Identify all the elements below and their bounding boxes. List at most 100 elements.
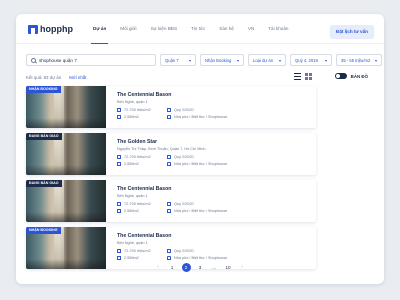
price-value: 72-700 triệu/m2	[124, 108, 151, 112]
book-consultation-button[interactable]: Đặt lịch tư vấn	[330, 25, 374, 39]
listing-card[interactable]: ĐANG BÀN GIAO The Golden Star Nguyễn Thị…	[26, 133, 316, 175]
area-value: 2.556m2	[124, 162, 139, 166]
nav-item-account[interactable]: Tài khoản	[261, 14, 295, 44]
price-item: 72-700 triệu/m2	[117, 249, 167, 253]
nav-item-su-kien[interactable]: Sự kiện BĐS	[144, 14, 185, 44]
logo-text: hopphp	[40, 24, 73, 34]
nav-item-san-he[interactable]: Sàn hệ	[212, 14, 241, 44]
next-page-button[interactable]: ›	[238, 263, 247, 272]
date-value: Quý 2/2020	[174, 202, 194, 206]
home-icon	[167, 115, 171, 119]
listing-address: Bến Nghé, quận 1	[117, 100, 148, 104]
area-item: 2.556m2	[117, 209, 167, 213]
list-view-icon[interactable]	[294, 73, 301, 80]
price-value: 72-700 triệu/m2	[124, 202, 151, 206]
area-item: 2.556m2	[117, 162, 167, 166]
listing-address: Bến Nghé, quận 1	[117, 241, 148, 245]
pagination: ‹ 1 2 3 ... 10 ›	[16, 263, 384, 272]
home-icon	[167, 162, 171, 166]
listing-info: The Centennial Bason Bến Nghé, quận 1 72…	[106, 180, 316, 222]
date-item: Quý 2/2020	[167, 249, 277, 253]
listing-meta: 72-700 triệu/m2 Quý 2/2020 2.556m2 Nhà p…	[117, 155, 277, 166]
select-label: Quý 4, 2019	[295, 57, 318, 63]
type-value: Nhà phố / Biệt thự / Shophouse	[174, 162, 228, 166]
logo[interactable]: hopphp	[28, 24, 73, 34]
listing-address: Nguyễn Thị Thập, Bình Thuận, Quận 7, Hồ …	[117, 147, 206, 151]
prev-page-button[interactable]: ‹	[154, 263, 163, 272]
calendar-icon	[167, 108, 171, 112]
page-ellipsis: ...	[212, 265, 216, 270]
page-10[interactable]: 10	[224, 263, 233, 272]
nav-item-tin-tuc[interactable]: Tin tức	[184, 14, 212, 44]
date-value: Quý 2/2020	[174, 108, 194, 112]
calendar-icon	[167, 155, 171, 159]
listing-card[interactable]: NHẬN BOOKING The Centennial Bason Bến Ng…	[26, 86, 316, 128]
area-item: 2.556m2	[117, 115, 167, 119]
status-badge: NHẬN BOOKING	[26, 227, 61, 234]
listing-list: NHẬN BOOKING The Centennial Bason Bến Ng…	[26, 86, 316, 274]
nav-item-language[interactable]: VN	[241, 14, 261, 44]
listing-photo[interactable]: ĐANG BÀN GIAO	[26, 180, 106, 222]
page-1[interactable]: 1	[168, 263, 177, 272]
type-value: Nhà phố / Biệt thự / Shophouse	[174, 209, 228, 213]
toggle-switch[interactable]	[334, 73, 347, 79]
listing-photo[interactable]: ĐANG BÀN GIAO	[26, 133, 106, 175]
date-item: Quý 2/2020	[167, 202, 277, 206]
project-type-select[interactable]: Loại dự án ▾	[248, 54, 286, 66]
select-label: Quận 7	[165, 57, 179, 63]
listing-info: The Centennial Bason Bến Nghé, quận 1 72…	[106, 86, 316, 128]
chevron-down-icon: ▾	[324, 57, 327, 63]
page-2-current[interactable]: 2	[181, 263, 191, 272]
listing-address: Bến Nghé, quận 1	[117, 194, 148, 198]
listing-title[interactable]: The Centennial Bason	[117, 233, 308, 239]
nav-item-moi-gioi[interactable]: Môi giới	[113, 14, 143, 44]
chevron-down-icon: ▾	[278, 57, 281, 63]
map-toggle[interactable]: BẢN ĐỒ	[334, 73, 368, 79]
sort-select[interactable]: Mới nhất	[69, 75, 86, 80]
quarter-select[interactable]: Quý 4, 2019 ▾	[290, 54, 332, 66]
date-item: Quý 2/2020	[167, 155, 277, 159]
grid-view-icon[interactable]	[305, 73, 312, 80]
price-icon	[117, 155, 121, 159]
view-switcher	[294, 73, 312, 80]
listing-title[interactable]: The Golden Star	[117, 139, 308, 145]
listing-title[interactable]: The Centennial Bason	[117, 92, 308, 98]
top-header: hopphp Dự án Môi giới Sự kiện BĐS Tin tứ…	[16, 14, 384, 44]
nav-item-du-an[interactable]: Dự án	[86, 14, 113, 44]
price-value: 72-700 triệu/m2	[124, 249, 151, 253]
type-item: Nhà phố / Biệt thự / Shophouse	[167, 256, 277, 260]
status-badge: ĐANG BÀN GIAO	[26, 133, 62, 140]
listing-info: The Golden Star Nguyễn Thị Thập, Bình Th…	[106, 133, 316, 175]
price-icon	[117, 108, 121, 112]
area-icon	[117, 115, 121, 119]
listing-card[interactable]: ĐANG BÀN GIAO The Centennial Bason Bến N…	[26, 180, 316, 222]
search-input[interactable]: shophouse quận 7	[26, 54, 156, 66]
area-icon	[117, 256, 121, 260]
area-value: 2.556m2	[124, 256, 139, 260]
status-badge: ĐANG BÀN GIAO	[26, 180, 62, 187]
select-label: Nhận Booking	[205, 57, 232, 63]
calendar-icon	[167, 249, 171, 253]
listing-meta: 72-700 triệu/m2 Quý 2/2020 2.556m2 Nhà p…	[117, 108, 277, 119]
app-window: hopphp Dự án Môi giới Sự kiện BĐS Tin tứ…	[16, 14, 384, 284]
area-value: 2.556m2	[124, 209, 139, 213]
price-icon	[117, 202, 121, 206]
chevron-down-icon: ▾	[236, 57, 239, 63]
result-count: Kết quả: 83 dự án	[26, 74, 62, 80]
main-nav: Dự án Môi giới Sự kiện BĐS Tin tức Sàn h…	[86, 14, 295, 44]
date-item: Quý 2/2020	[167, 108, 277, 112]
search-icon	[31, 57, 36, 63]
price-select[interactable]: 35 - 55 triệu/m2 ▾	[336, 54, 382, 66]
listing-photo[interactable]: NHẬN BOOKING	[26, 86, 106, 128]
status-badge: NHẬN BOOKING	[26, 86, 61, 93]
listing-meta: 72-700 triệu/m2 Quý 2/2020 2.556m2 Nhà p…	[117, 202, 277, 213]
price-item: 72-700 triệu/m2	[117, 108, 167, 112]
page-3[interactable]: 3	[196, 263, 205, 272]
area-icon	[117, 162, 121, 166]
listing-title[interactable]: The Centennial Bason	[117, 186, 308, 192]
area-item: 2.556m2	[117, 256, 167, 260]
district-select[interactable]: Quận 7 ▾	[160, 54, 196, 66]
area-icon	[117, 209, 121, 213]
status-select[interactable]: Nhận Booking ▾	[200, 54, 244, 66]
chevron-down-icon: ▾	[374, 57, 377, 63]
